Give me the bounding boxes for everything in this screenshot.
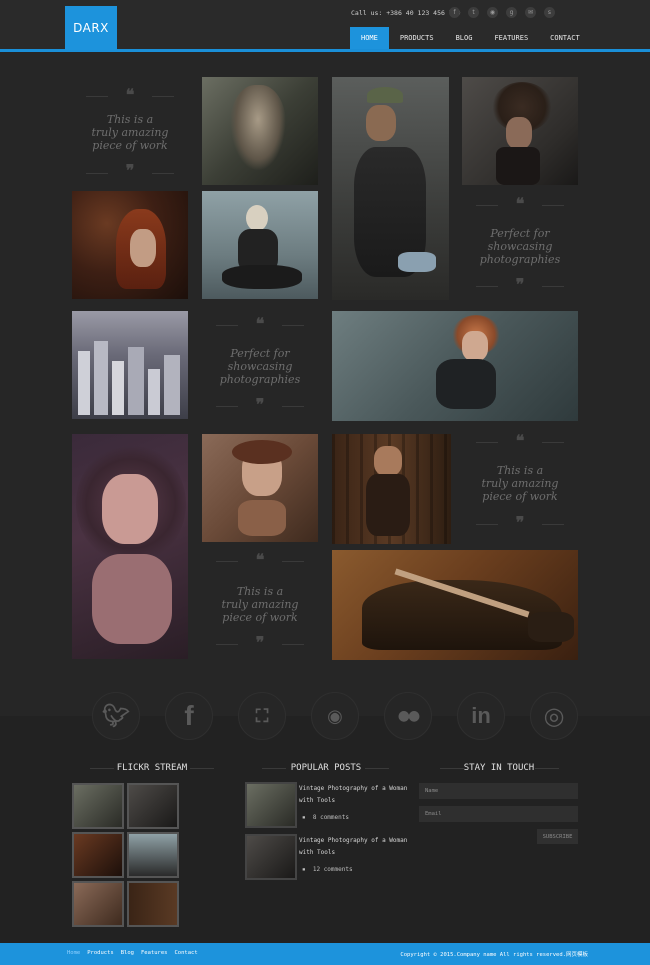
quote-tile: ❝ Perfect for showcasing photographies ❞ bbox=[202, 311, 318, 419]
flickr-thumb[interactable] bbox=[72, 783, 124, 829]
quote-tile: ❝ This is a truly amazing piece of work … bbox=[202, 550, 318, 658]
photo-tile[interactable] bbox=[202, 77, 318, 185]
footer-link-features[interactable]: Features bbox=[141, 950, 168, 956]
comment-icon: ▪ bbox=[302, 866, 306, 873]
twitter-icon[interactable]: 🐦︎ bbox=[92, 692, 140, 740]
post-title-line[interactable]: Vintage Photography of a Woman bbox=[299, 783, 407, 795]
nav-products[interactable]: PRODUCTS bbox=[389, 27, 445, 49]
post-comments[interactable]: ▪ 8 comments bbox=[302, 814, 349, 821]
photo-tile[interactable] bbox=[202, 434, 318, 542]
quote-mark-icon: ❞ bbox=[515, 513, 525, 532]
quote-mark-icon: ❞ bbox=[255, 395, 265, 414]
post-thumb[interactable] bbox=[245, 782, 297, 828]
copyright-text: Copyright © 2015.Company name All rights… bbox=[400, 952, 588, 958]
subscribe-button[interactable]: SUBSCRIBE bbox=[537, 829, 578, 844]
quote-text: This is a truly amazing piece of work bbox=[481, 464, 559, 503]
post-title-line[interactable]: Vintage Photography of a Woman bbox=[299, 835, 407, 847]
post-title[interactable]: Vintage Photography of a Woman with Tool… bbox=[299, 835, 407, 859]
email-field[interactable]: Email bbox=[419, 806, 578, 822]
quote-tile: ❝ Perfect for showcasing photographies ❞ bbox=[462, 191, 578, 299]
quote-text: Perfect for showcasing photographies bbox=[479, 227, 561, 266]
header-social-icons: f t ◉ g ✉ s bbox=[449, 7, 555, 18]
stay-in-touch-title: STAY IN TOUCH bbox=[463, 763, 535, 773]
google-icon[interactable]: g bbox=[506, 7, 517, 18]
nav-home[interactable]: HOME bbox=[350, 27, 389, 49]
post-title-line[interactable]: with Tools bbox=[299, 847, 407, 859]
post-title[interactable]: Vintage Photography of a Woman with Tool… bbox=[299, 783, 407, 807]
main-nav: HOME PRODUCTS BLOG FEATURES CONTACT bbox=[350, 27, 591, 49]
quote-mark-icon: ❞ bbox=[515, 275, 525, 294]
photo-tile[interactable] bbox=[332, 311, 578, 421]
nav-contact[interactable]: CONTACT bbox=[539, 27, 591, 49]
quote-tile: ❝ This is a truly amazing piece of work … bbox=[462, 434, 578, 542]
divider bbox=[190, 768, 214, 769]
quote-mark-icon: ❞ bbox=[125, 161, 135, 180]
photo-tile[interactable] bbox=[462, 77, 578, 185]
skype-icon[interactable]: s bbox=[544, 7, 555, 18]
photo-tile[interactable] bbox=[332, 77, 449, 300]
rss-icon[interactable]: ◉ bbox=[487, 7, 498, 18]
quote-text: Perfect for showcasing photographies bbox=[219, 347, 301, 386]
delicious-icon[interactable]: ⛶ bbox=[238, 692, 286, 740]
flickr-thumb[interactable] bbox=[72, 881, 124, 927]
comment-count[interactable]: 12 comments bbox=[313, 866, 353, 873]
divider bbox=[262, 768, 286, 769]
nav-blog[interactable]: BLOG bbox=[445, 27, 484, 49]
quote-mark-icon: ❝ bbox=[255, 550, 265, 569]
popular-posts-title: POPULAR POSTS bbox=[290, 763, 362, 773]
flickr-thumb[interactable] bbox=[127, 881, 179, 927]
linkedin-icon[interactable]: in bbox=[457, 692, 505, 740]
quote-mark-icon: ❝ bbox=[255, 314, 265, 333]
footer-link-home[interactable]: Home bbox=[67, 950, 80, 956]
photo-tile[interactable] bbox=[72, 191, 188, 299]
quote-mark-icon: ❝ bbox=[125, 85, 135, 104]
quote-mark-icon: ❞ bbox=[255, 633, 265, 652]
quote-text: This is a truly amazing piece of work bbox=[91, 113, 169, 152]
name-field[interactable]: Name bbox=[419, 783, 578, 799]
site-header: DARX Call us: +386 40 123 456 789 f t ◉ … bbox=[0, 0, 650, 52]
footer-link-products[interactable]: Products bbox=[87, 950, 114, 956]
quote-mark-icon: ❝ bbox=[515, 194, 525, 213]
footer-link-contact[interactable]: Contact bbox=[175, 950, 198, 956]
footer-link-blog[interactable]: Blog bbox=[121, 950, 134, 956]
nav-features[interactable]: FEATURES bbox=[483, 27, 539, 49]
call-us-text: Call us: +386 40 123 456 789 bbox=[351, 9, 461, 17]
post-thumb[interactable] bbox=[245, 834, 297, 880]
footer-nav: Home Products Blog Features Contact bbox=[67, 950, 198, 956]
photo-tile[interactable] bbox=[72, 311, 188, 419]
facebook-icon[interactable]: f bbox=[165, 692, 213, 740]
comment-count[interactable]: 8 comments bbox=[313, 814, 349, 821]
flickr-thumb[interactable] bbox=[127, 783, 179, 829]
photo-tile[interactable] bbox=[202, 191, 318, 299]
footer-bar: Home Products Blog Features Contact Copy… bbox=[0, 943, 650, 965]
flickr-title: FLICKR STREAM bbox=[116, 763, 188, 773]
social-links: 🐦︎ f ⛶ ◉ ●● in ◎ bbox=[92, 692, 578, 740]
photo-tile[interactable] bbox=[72, 434, 188, 659]
email-icon[interactable]: ✉ bbox=[525, 7, 536, 18]
photo-tile[interactable] bbox=[332, 434, 451, 544]
facebook-icon[interactable]: f bbox=[449, 7, 460, 18]
post-title-line[interactable]: with Tools bbox=[299, 795, 407, 807]
site-logo[interactable]: DARX bbox=[65, 6, 117, 50]
flickr-icon[interactable]: ●● bbox=[384, 692, 432, 740]
rss-icon[interactable]: ◉ bbox=[311, 692, 359, 740]
divider bbox=[535, 768, 559, 769]
dribbble-icon[interactable]: ◎ bbox=[530, 692, 578, 740]
divider bbox=[365, 768, 389, 769]
comment-icon: ▪ bbox=[302, 814, 306, 821]
divider bbox=[90, 768, 114, 769]
photo-tile[interactable] bbox=[332, 550, 578, 660]
post-comments[interactable]: ▪ 12 comments bbox=[302, 866, 353, 873]
twitter-icon[interactable]: t bbox=[468, 7, 479, 18]
flickr-thumb[interactable] bbox=[127, 832, 179, 878]
flickr-thumb[interactable] bbox=[72, 832, 124, 878]
quote-tile: ❝ This is a truly amazing piece of work … bbox=[72, 77, 188, 185]
quote-mark-icon: ❝ bbox=[515, 434, 525, 450]
quote-text: This is a truly amazing piece of work bbox=[221, 585, 299, 624]
